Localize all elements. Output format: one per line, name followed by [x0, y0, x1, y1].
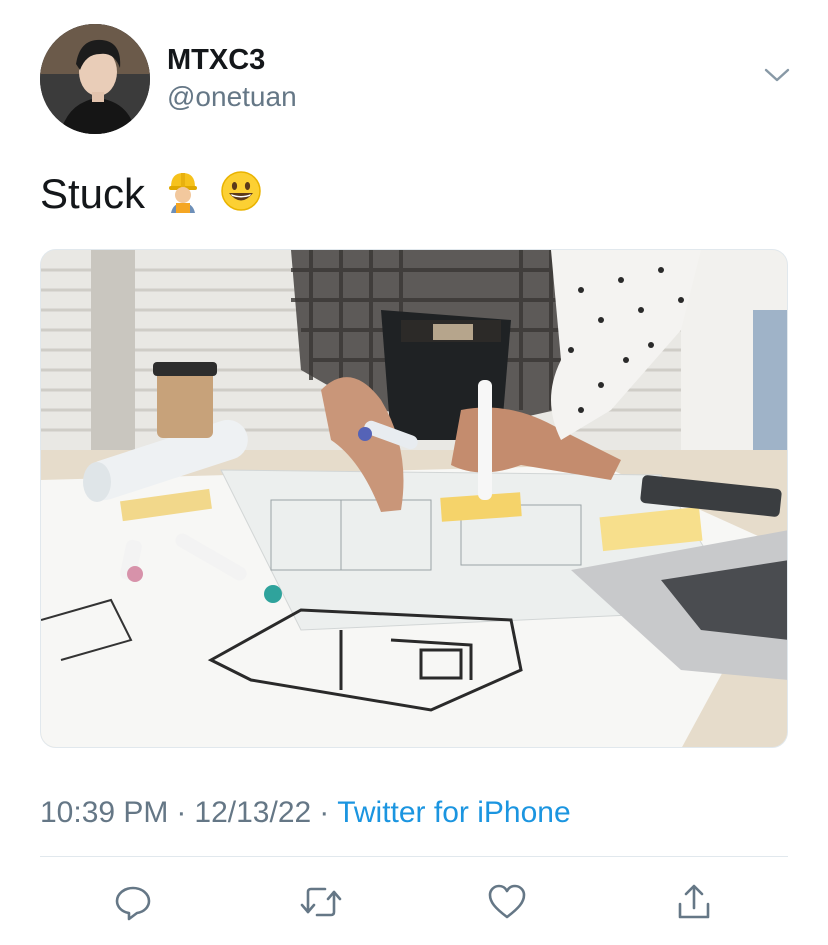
tweet-time[interactable]: 10:39 PM	[40, 796, 168, 829]
tweet-photo[interactable]	[40, 249, 788, 748]
heart-icon	[488, 884, 526, 919]
chevron-down-icon	[764, 68, 790, 82]
architects-photo	[41, 250, 787, 747]
author-names: MTXC3 @onetuan	[167, 42, 297, 115]
handle[interactable]: @onetuan	[167, 79, 297, 115]
share-icon	[678, 884, 710, 919]
like-button[interactable]	[477, 872, 537, 932]
meta-separator: ·	[319, 796, 330, 829]
tweet-header: MTXC3 @onetuan	[40, 24, 790, 136]
tweet-text-content: Stuck	[40, 170, 146, 217]
share-button[interactable]	[664, 872, 724, 932]
divider	[40, 856, 788, 857]
retweet-icon	[300, 887, 342, 917]
tweet-text: Stuck	[40, 168, 262, 225]
meta-separator: ·	[176, 796, 187, 829]
tweet-meta: 10:39 PM · 12/13/22 · Twitter for iPhone	[40, 794, 571, 832]
tweet-date[interactable]: 12/13/22	[194, 796, 311, 829]
reply-icon	[115, 886, 151, 921]
grinning-face-emoji	[220, 170, 262, 224]
reply-button[interactable]	[103, 872, 163, 932]
display-name[interactable]: MTXC3	[167, 42, 297, 78]
action-bar	[0, 872, 828, 932]
retweet-button[interactable]	[291, 872, 351, 932]
avatar-image	[40, 24, 150, 134]
construction-worker-emoji	[165, 169, 201, 225]
more-options-button[interactable]	[762, 60, 792, 90]
tweet-source-link[interactable]: Twitter for iPhone	[337, 796, 570, 829]
avatar[interactable]	[40, 24, 150, 134]
